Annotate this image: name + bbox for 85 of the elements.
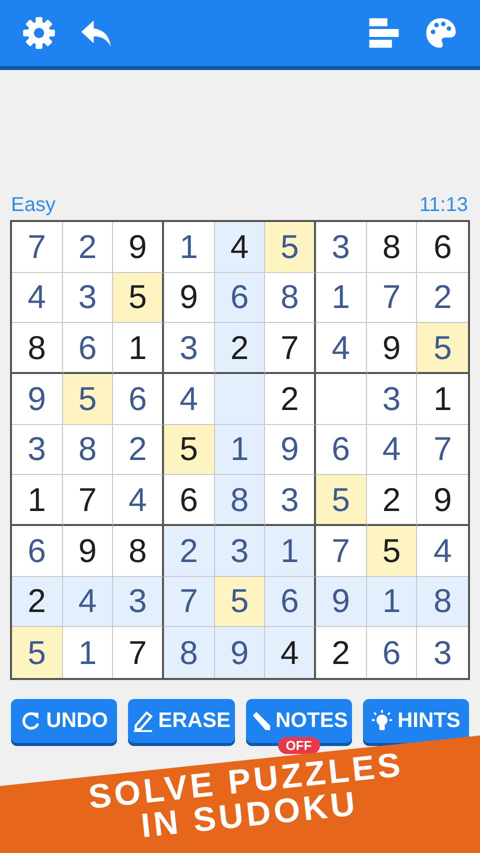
sudoku-cell[interactable]: 7 [164, 576, 215, 628]
sudoku-cell[interactable]: 8 [265, 272, 316, 324]
sudoku-cell[interactable]: 1 [316, 272, 367, 324]
sudoku-cell[interactable]: 9 [265, 424, 316, 476]
sudoku-cell[interactable]: 4 [12, 272, 63, 324]
palette-icon[interactable] [424, 16, 458, 50]
sudoku-cell[interactable]: 1 [12, 475, 63, 526]
sudoku-cell[interactable]: 5 [164, 424, 215, 476]
sudoku-cell[interactable]: 3 [113, 576, 164, 628]
sudoku-cell[interactable]: 3 [316, 222, 367, 273]
sudoku-cell[interactable]: 8 [417, 576, 468, 628]
sudoku-cell[interactable]: 2 [417, 272, 468, 324]
sudoku-cell[interactable]: 7 [12, 222, 63, 273]
sudoku-cell[interactable]: 3 [265, 475, 316, 526]
sudoku-cell[interactable]: 6 [366, 627, 418, 678]
sudoku-cell[interactable]: 7 [366, 272, 418, 324]
sudoku-cell[interactable]: 4 [265, 627, 316, 678]
sudoku-cell[interactable]: 8 [62, 424, 114, 476]
sudoku-cell[interactable]: 1 [214, 424, 266, 476]
status-badge: OFF [278, 737, 320, 754]
hints-button[interactable]: HINTS [362, 699, 470, 743]
sudoku-cell[interactable]: 6 [164, 475, 215, 526]
settings-icon[interactable] [22, 16, 56, 50]
sudoku-cell[interactable]: 5 [265, 222, 316, 273]
sudoku-cell[interactable]: 9 [113, 222, 164, 273]
sudoku-cell[interactable]: 3 [214, 526, 266, 577]
sudoku-cell[interactable]: 8 [164, 627, 215, 678]
sudoku-cell[interactable]: 1 [366, 576, 418, 628]
sudoku-cell[interactable]: 2 [214, 323, 266, 374]
sudoku-cell[interactable]: 9 [62, 526, 114, 577]
sudoku-cell[interactable]: 4 [316, 323, 367, 374]
sudoku-cell[interactable]: 3 [164, 323, 215, 374]
sudoku-cell[interactable]: 6 [62, 323, 114, 374]
sudoku-cell[interactable]: 2 [62, 222, 114, 273]
timer: 11:13 [419, 194, 468, 216]
sudoku-cell[interactable]: 1 [113, 323, 164, 374]
sudoku-cell[interactable]: 6 [12, 526, 63, 577]
sudoku-cell[interactable]: 5 [113, 272, 164, 324]
sudoku-cell[interactable]: 9 [366, 323, 418, 374]
sudoku-cell[interactable]: 6 [214, 272, 266, 324]
sudoku-cell[interactable]: 5 [62, 374, 114, 425]
sudoku-cell[interactable]: 9 [214, 627, 266, 678]
sudoku-cell[interactable]: 8 [113, 526, 164, 577]
sudoku-cell[interactable]: 4 [113, 475, 164, 526]
sudoku-cell[interactable]: 2 [265, 374, 316, 425]
sudoku-cell[interactable]: 8 [12, 323, 63, 374]
sudoku-cell[interactable] [214, 374, 266, 425]
sudoku-cell[interactable]: 3 [62, 272, 114, 324]
bars-icon[interactable] [367, 16, 401, 50]
sudoku-cell[interactable]: 3 [366, 374, 418, 425]
sudoku-cell[interactable]: 7 [316, 526, 367, 577]
sudoku-cell[interactable]: 9 [12, 374, 63, 425]
undo-button[interactable]: UNDO [11, 699, 118, 743]
sudoku-cell[interactable]: 2 [12, 576, 63, 628]
sudoku-cell[interactable]: 6 [316, 424, 367, 476]
sudoku-cell[interactable]: 6 [265, 576, 316, 628]
sudoku-cell[interactable]: 7 [417, 424, 468, 476]
lightbulb-icon [371, 710, 394, 732]
sudoku-cell[interactable]: 5 [214, 576, 266, 628]
pencil-icon [132, 710, 154, 732]
sudoku-cell[interactable]: 5 [366, 526, 418, 577]
sudoku-cell[interactable] [316, 374, 367, 425]
sudoku-cell[interactable]: 5 [316, 475, 367, 526]
sudoku-cell[interactable]: 4 [214, 222, 266, 273]
sudoku-cell[interactable]: 5 [417, 323, 468, 374]
sudoku-cell[interactable]: 8 [366, 222, 418, 273]
difficulty-label: Easy [11, 194, 56, 216]
sudoku-cell[interactable]: 1 [164, 222, 215, 273]
sudoku-cell[interactable]: 1 [62, 627, 114, 678]
sudoku-cell[interactable]: 9 [316, 576, 367, 628]
sudoku-cell[interactable]: 2 [113, 424, 164, 476]
sudoku-cell[interactable]: 4 [164, 374, 215, 425]
erase-button[interactable]: ERASE [128, 699, 235, 743]
sudoku-cell[interactable]: 4 [366, 424, 418, 476]
sudoku-cell[interactable]: 9 [164, 272, 215, 324]
sudoku-cell[interactable]: 3 [12, 424, 63, 476]
sudoku-cell[interactable]: 1 [265, 526, 316, 577]
sudoku-cell[interactable]: 2 [164, 526, 215, 577]
sudoku-cell[interactable]: 7 [62, 475, 114, 526]
sudoku-cell[interactable]: 2 [366, 475, 418, 526]
sudoku-cell[interactable]: 7 [265, 323, 316, 374]
sudoku-cell[interactable]: 4 [62, 576, 114, 628]
sudoku-cell[interactable]: 8 [214, 475, 266, 526]
sudoku-cell[interactable]: 6 [113, 374, 164, 425]
sudoku-cell[interactable]: 5 [12, 627, 63, 678]
